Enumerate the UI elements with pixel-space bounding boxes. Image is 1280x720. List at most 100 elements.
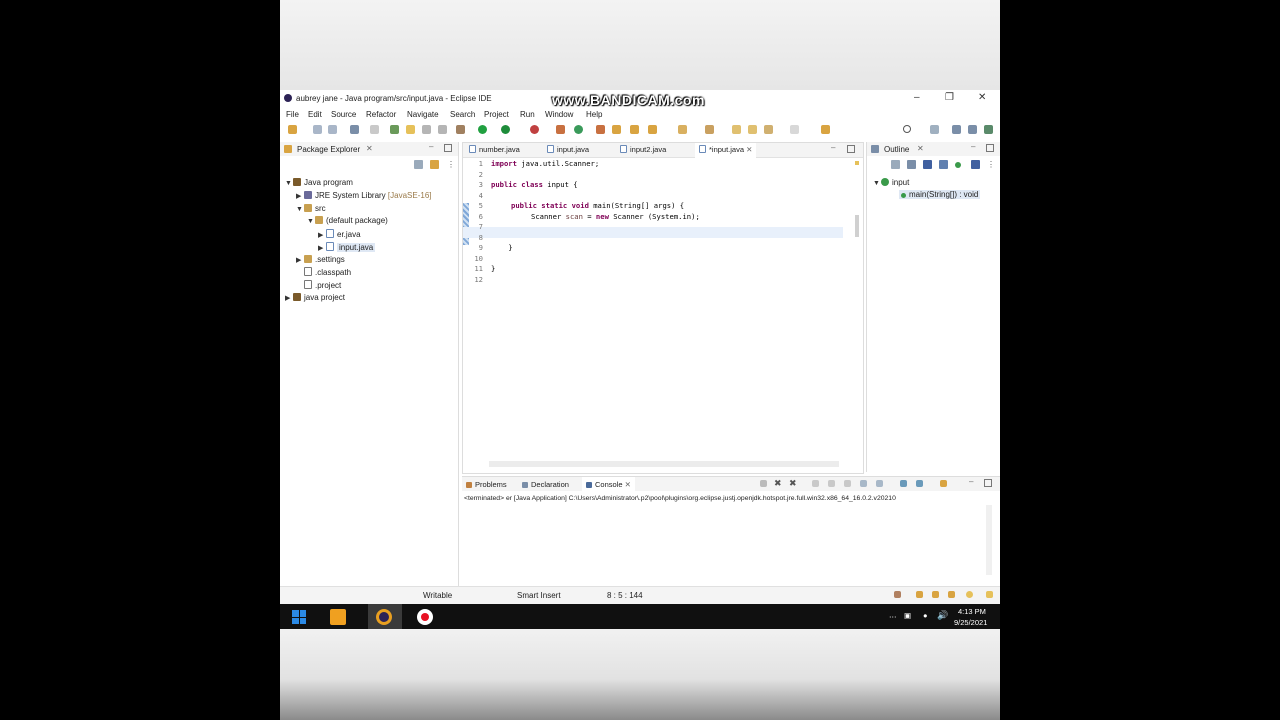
close-view-icon[interactable]: ✕ <box>917 144 924 153</box>
tree-item-er-java[interactable]: ▶ er.java <box>318 229 361 239</box>
search-icon[interactable] <box>903 125 911 133</box>
forward-nav-icon[interactable] <box>790 125 799 134</box>
notes-icon[interactable] <box>916 591 923 598</box>
back-icon[interactable] <box>732 125 741 134</box>
editor-vertical-scrollbar[interactable] <box>855 215 859 237</box>
open-perspective-icon[interactable] <box>930 125 939 134</box>
collapsed-arrow-icon[interactable]: ▶ <box>296 256 304 264</box>
menu-run[interactable]: Run <box>520 110 535 119</box>
hide-nonpublic-icon[interactable] <box>955 162 961 168</box>
maximize-view-icon[interactable] <box>444 144 452 152</box>
previous-annotation-icon[interactable] <box>705 125 714 134</box>
save-all-icon[interactable] <box>328 125 337 134</box>
tree-item-java-project[interactable]: ▶ java project <box>285 293 345 302</box>
editor-horizontal-scrollbar[interactable] <box>489 461 839 467</box>
minimize-view-icon[interactable]: – <box>969 477 973 486</box>
hide-local-types-icon[interactable] <box>971 160 980 169</box>
media-player-icon[interactable] <box>330 609 346 625</box>
minimize-editor-icon[interactable]: – <box>831 143 835 152</box>
close-tab-icon[interactable]: ✕ <box>625 480 631 489</box>
notification-icon[interactable] <box>986 591 993 598</box>
menu-refactor[interactable]: Refactor <box>366 110 396 119</box>
outline-item-main[interactable]: main(String[]) : void <box>899 190 981 199</box>
save-icon[interactable] <box>313 125 322 134</box>
expanded-arrow-icon[interactable]: ▼ <box>307 218 315 225</box>
menu-search[interactable]: Search <box>450 110 475 119</box>
tree-item-settings[interactable]: ▶ .settings <box>296 255 345 264</box>
menu-navigate[interactable]: Navigate <box>407 110 439 119</box>
restore-button[interactable]: ❐ <box>945 92 954 103</box>
console-scrollbar[interactable] <box>986 505 992 575</box>
external-tools-icon[interactable] <box>556 125 565 134</box>
next-annotation-icon[interactable] <box>678 125 687 134</box>
maximize-view-icon[interactable] <box>986 144 994 152</box>
whitespace-icon[interactable] <box>438 125 447 134</box>
run-icon[interactable] <box>501 125 510 134</box>
microphone-icon[interactable]: ● <box>923 611 928 620</box>
menu-file[interactable]: File <box>286 110 299 119</box>
collapsed-arrow-icon[interactable]: ▶ <box>285 294 293 302</box>
collapse-all-icon[interactable] <box>414 160 423 169</box>
tab-number-java[interactable]: number.java <box>469 145 520 154</box>
tip-icon[interactable] <box>966 591 973 598</box>
word-wrap-icon[interactable] <box>844 480 851 487</box>
back-nav-icon[interactable] <box>764 125 773 134</box>
minimize-view-icon[interactable]: – <box>971 142 975 151</box>
hide-fields-icon[interactable] <box>923 160 932 169</box>
show-on-error-icon[interactable] <box>876 480 883 487</box>
tree-item-classpath[interactable]: .classpath <box>304 267 351 277</box>
windows-start-icon[interactable] <box>292 610 306 624</box>
maximize-editor-icon[interactable] <box>847 145 855 153</box>
view-menu-icon[interactable]: ⋮ <box>447 160 455 169</box>
tab-input-java-active[interactable]: *input.java ✕ <box>695 143 757 159</box>
show-on-output-icon[interactable] <box>860 480 867 487</box>
minimize-view-icon[interactable]: – <box>429 142 433 151</box>
maximize-view-icon[interactable] <box>984 479 992 487</box>
perspective-git-icon[interactable] <box>984 125 993 134</box>
link-with-editor-icon[interactable] <box>430 160 439 169</box>
block-selection-icon[interactable] <box>422 125 431 134</box>
menu-edit[interactable]: Edit <box>308 110 322 119</box>
highlight-icon[interactable] <box>406 125 415 134</box>
view-menu-icon[interactable]: ⋮ <box>987 160 995 169</box>
sort-icon[interactable] <box>907 160 916 169</box>
menu-help[interactable]: Help <box>586 110 602 119</box>
refresh-icon[interactable] <box>574 125 583 134</box>
tab-problems[interactable]: Problems <box>466 480 507 489</box>
skip-breakpoints-icon[interactable] <box>370 125 379 134</box>
collapsed-arrow-icon[interactable]: ▶ <box>318 244 326 252</box>
open-console-icon[interactable] <box>350 125 359 134</box>
open-type-icon[interactable] <box>648 125 657 134</box>
collapse-all-icon[interactable] <box>891 160 900 169</box>
tab-input-java[interactable]: input.java <box>547 145 589 154</box>
new-class-icon[interactable] <box>630 125 639 134</box>
menu-project[interactable]: Project <box>484 110 509 119</box>
hide-static-icon[interactable] <box>939 160 948 169</box>
tree-item-input-java[interactable]: ▶ input.java <box>318 242 376 252</box>
collapsed-arrow-icon[interactable]: ▶ <box>318 231 326 239</box>
tree-item-src[interactable]: ▼ src <box>296 204 326 213</box>
perspective-java-icon[interactable] <box>952 125 961 134</box>
scroll-lock-icon[interactable] <box>828 480 835 487</box>
tree-item-jre-library[interactable]: ▶ JRE System Library [JavaSE-16] <box>296 191 432 200</box>
coverage-icon[interactable] <box>530 125 539 134</box>
debug-icon[interactable] <box>478 125 487 134</box>
last-edit-icon[interactable] <box>748 125 757 134</box>
tray-overflow-icon[interactable]: ⋯ <box>889 612 897 621</box>
tab-declaration[interactable]: Declaration <box>522 480 569 489</box>
volume-icon[interactable]: 🔊 <box>937 610 948 621</box>
package-explorer-title[interactable]: Package Explorer <box>297 145 360 154</box>
taskbar-time[interactable]: 4:13 PM <box>958 607 986 616</box>
new-icon[interactable] <box>288 125 297 134</box>
expanded-arrow-icon[interactable]: ▼ <box>285 180 293 187</box>
tree-item-default-package[interactable]: ▼ (default package) <box>307 216 388 225</box>
tab-input2-java[interactable]: input2.java <box>620 145 666 154</box>
java-nature-icon[interactable] <box>390 125 399 134</box>
close-view-icon[interactable]: ✕ <box>366 144 373 153</box>
menu-source[interactable]: Source <box>331 110 356 119</box>
bookmark-icon[interactable] <box>932 591 939 598</box>
expanded-arrow-icon[interactable]: ▼ <box>296 206 304 213</box>
taskbar-date[interactable]: 9/25/2021 <box>954 618 987 627</box>
clear-console-icon[interactable] <box>812 480 819 487</box>
menu-window[interactable]: Window <box>545 110 573 119</box>
